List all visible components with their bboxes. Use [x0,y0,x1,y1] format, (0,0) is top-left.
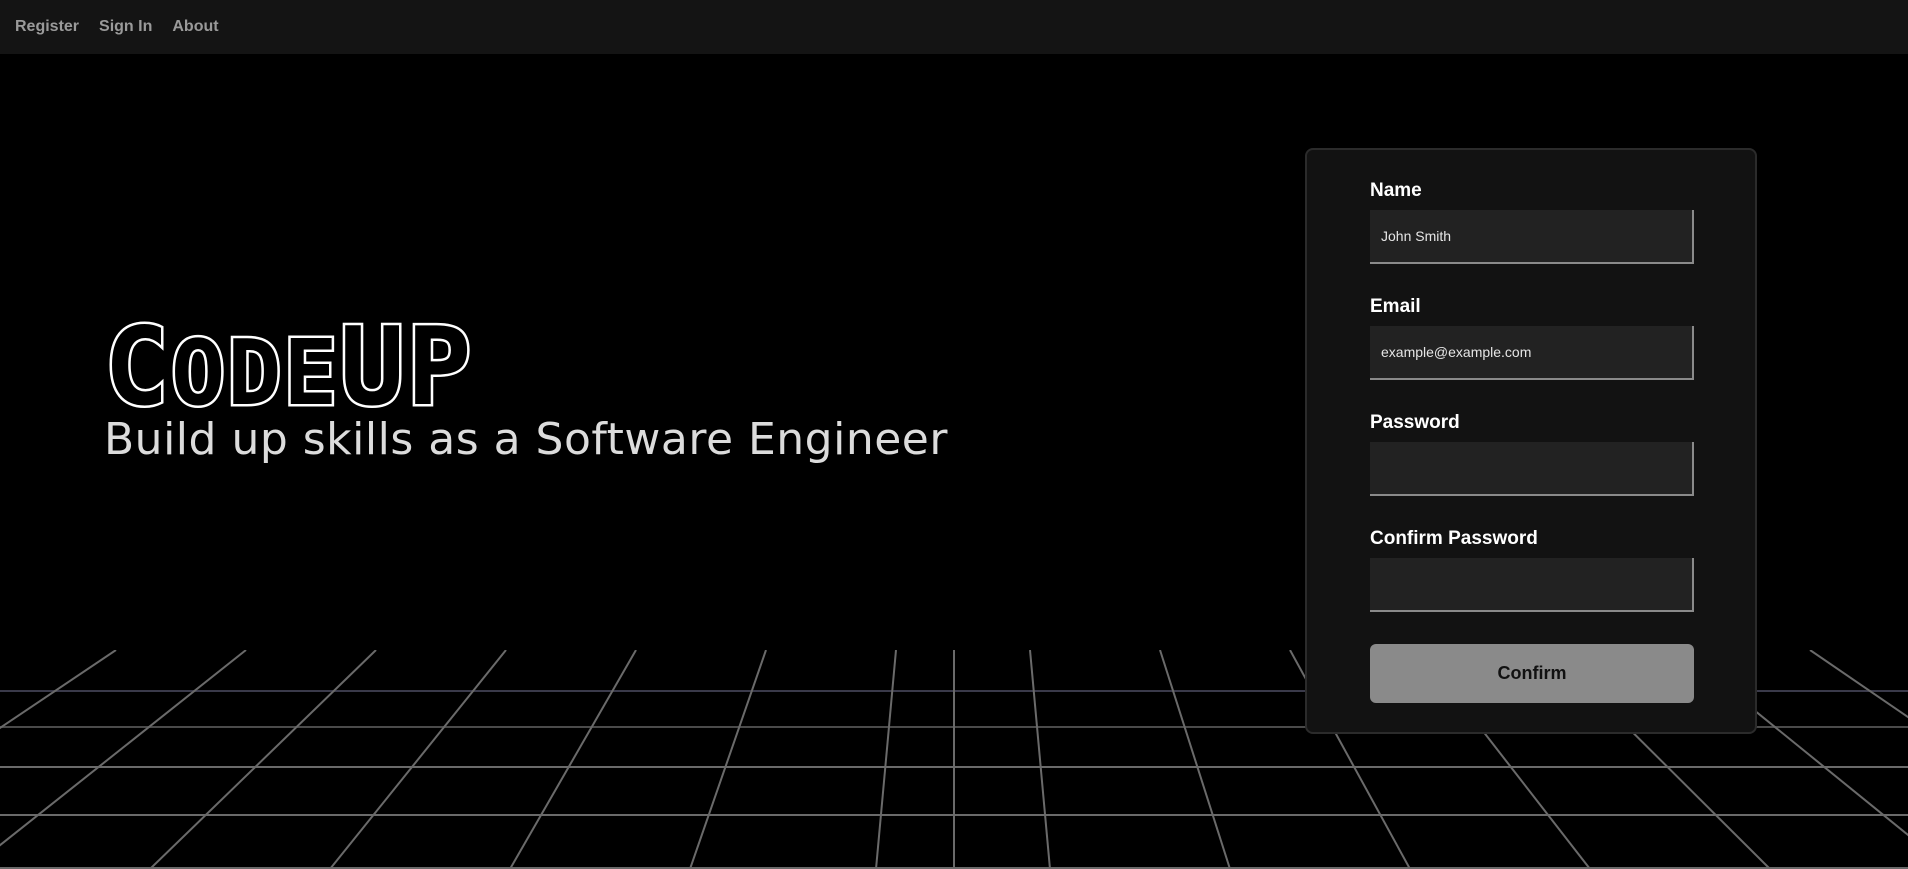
confirm-password-input[interactable] [1370,558,1694,612]
nav-sign-in-link[interactable]: Sign In [99,18,152,36]
nav-register-link[interactable]: Register [15,18,79,36]
register-form: Name Email Password Confirm Password Con… [1305,148,1757,734]
logo-title: CODEUP [101,311,474,426]
password-label: Password [1370,412,1460,433]
confirm-password-label: Confirm Password [1370,528,1538,549]
codeup-logo: CODEUP Build up skills as a Software Eng… [101,311,947,468]
logo-title-first: C [101,305,172,430]
logo-title-middle: ODE [169,321,341,426]
email-label: Email [1370,296,1421,317]
confirm-button[interactable]: Confirm [1370,644,1694,703]
email-input[interactable] [1370,326,1694,380]
name-label: Name [1370,180,1422,201]
nav-about-link[interactable]: About [172,18,218,36]
name-input[interactable] [1370,210,1694,264]
password-input[interactable] [1370,442,1694,496]
logo-title-end: UP [337,305,474,430]
top-navbar: Register Sign In About [0,0,1908,54]
logo-subtitle: Build up skills as a Software Engineer [104,414,948,465]
